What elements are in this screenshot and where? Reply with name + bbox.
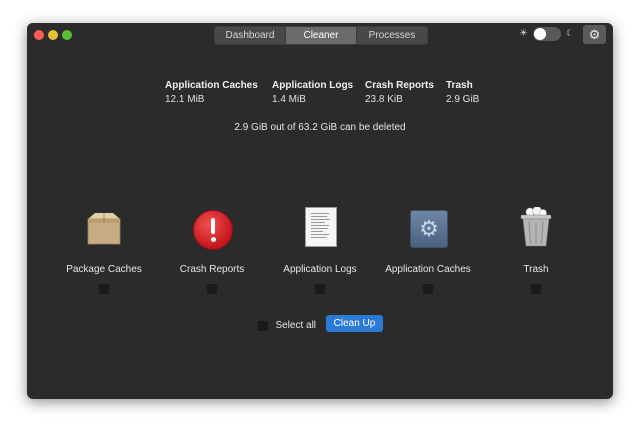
stat-trash: Trash 2.9 GiB — [446, 80, 479, 105]
view-tabs: Dashboard Cleaner Processes — [214, 26, 428, 45]
maximize-window-button[interactable] — [62, 30, 72, 40]
stat-label: Application Logs — [272, 80, 354, 91]
item-label: Package Caches — [66, 264, 142, 275]
settings-button[interactable]: ⚙ — [583, 25, 606, 44]
item-checkbox[interactable] — [99, 284, 109, 294]
select-all-label: Select all — [275, 320, 317, 332]
tab-dashboard[interactable]: Dashboard — [215, 27, 286, 44]
sun-icon: ☀ — [519, 28, 528, 39]
gear-icon: ⚙ — [588, 27, 601, 42]
stat-label: Trash — [446, 80, 473, 91]
stat-label: Crash Reports — [365, 80, 434, 91]
item-checkbox[interactable] — [315, 284, 325, 294]
document-icon — [305, 207, 337, 247]
stat-crash-reports: Crash Reports 23.8 KiB — [365, 80, 434, 105]
stat-value: 12.1 MiB — [165, 94, 205, 105]
cleaner-item-trash[interactable]: Trash — [481, 207, 591, 299]
minimize-window-button[interactable] — [48, 30, 58, 40]
close-window-button[interactable] — [34, 30, 44, 40]
stats-summary: Application Caches 12.1 MiB Application … — [27, 80, 613, 112]
toggle-knob — [534, 28, 546, 40]
stat-label: Application Caches — [165, 80, 258, 91]
stat-application-caches: Application Caches 12.1 MiB — [165, 80, 258, 105]
tab-cleaner[interactable]: Cleaner — [286, 27, 357, 44]
package-box-icon — [87, 213, 121, 245]
item-label: Application Logs — [283, 264, 357, 275]
app-window: Dashboard Cleaner Processes ☀ ☾ ⚙ Applic… — [27, 23, 613, 399]
deletable-summary: 2.9 GiB out of 63.2 GiB can be deleted — [234, 122, 406, 133]
stat-value: 23.8 KiB — [365, 94, 403, 105]
item-checkbox[interactable] — [423, 284, 433, 294]
item-label: Crash Reports — [179, 264, 245, 275]
trash-icon — [520, 207, 552, 247]
cleaner-item-package-caches[interactable]: Package Caches — [49, 207, 159, 299]
select-all-control[interactable]: Select all — [258, 317, 316, 335]
clean-up-button[interactable]: Clean Up — [326, 315, 383, 332]
alert-icon — [193, 210, 233, 250]
cleaner-item-application-caches[interactable]: ⚙ Application Caches — [373, 207, 483, 299]
tab-processes[interactable]: Processes — [357, 27, 427, 44]
gear-icon: ⚙ — [410, 210, 448, 248]
select-all-checkbox[interactable] — [258, 320, 268, 331]
theme-toggle[interactable] — [533, 27, 561, 41]
cleaner-item-application-logs[interactable]: Application Logs — [265, 207, 375, 299]
stat-value: 1.4 MiB — [272, 94, 306, 105]
item-label: Application Caches — [385, 264, 471, 275]
cleaner-item-crash-reports[interactable]: Crash Reports — [157, 207, 267, 299]
item-label: Trash — [523, 264, 549, 275]
stat-value: 2.9 GiB — [446, 94, 480, 105]
item-checkbox[interactable] — [531, 284, 541, 294]
moon-icon: ☾ — [566, 28, 575, 38]
stat-application-logs: Application Logs 1.4 MiB — [272, 80, 353, 105]
title-bar: Dashboard Cleaner Processes ☀ ☾ ⚙ — [27, 23, 613, 47]
item-checkbox[interactable] — [207, 284, 217, 294]
